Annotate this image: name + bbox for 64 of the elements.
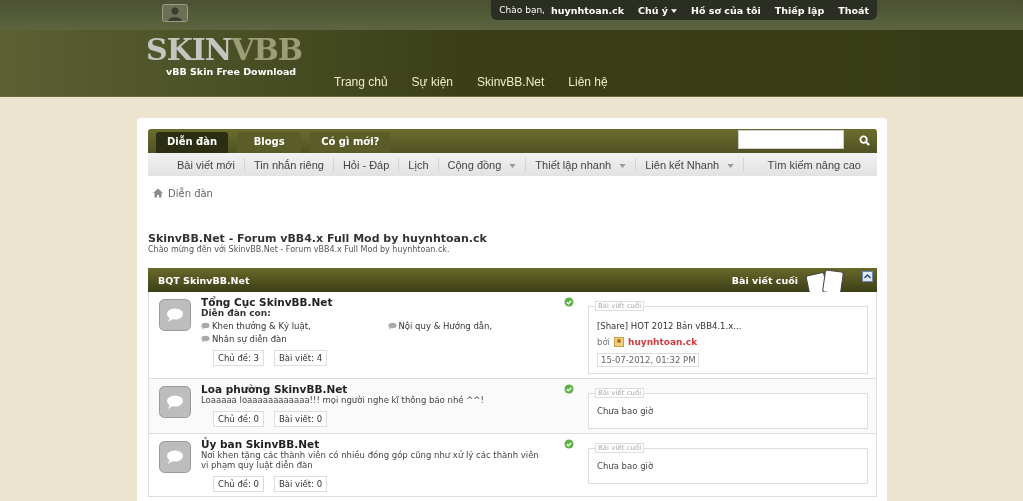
no-post-text: Chưa bao giờ [597, 461, 655, 471]
post-count: Bài viết: 4 [274, 350, 328, 366]
sub-nav-link[interactable]: Bài viết mới [168, 157, 245, 172]
speech-bubble-icon [159, 441, 191, 473]
category-title[interactable]: BQT SkinvBB.Net [158, 274, 250, 286]
forum-description: Loaaaaa loaaaaaaaaaaaa!!! mọi người nghe kĩ thông báo nhé ^^! [201, 395, 485, 405]
forum-title[interactable]: Tổng Cục SkinvBB.Net [201, 296, 333, 308]
sub-nav-link[interactable]: Tin nhắn riêng [244, 157, 334, 172]
thread-count: Chủ đề: 0 [213, 476, 264, 492]
nav-tab[interactable]: Có gì mới? [310, 132, 391, 153]
last-post-link[interactable]: [Share] HOT 2012 Bản vBB4.1.x... [597, 321, 859, 331]
user-menu-link[interactable]: Thiếp lập [774, 4, 825, 16]
nav-tab[interactable]: Blogs [237, 132, 302, 153]
collapse-icon[interactable] [862, 271, 873, 282]
user-menu-link[interactable]: Chú ý [638, 4, 677, 16]
main-nav-link[interactable]: SkinvBB.Net [477, 75, 545, 89]
thread-count: Chủ đề: 0 [213, 411, 264, 427]
breadcrumb-link[interactable]: Diễn đàn [168, 187, 213, 199]
no-post-text: Chưa bao giờ [597, 406, 655, 416]
author-link[interactable]: huynhtoan.ck [627, 337, 698, 347]
bubble-icon [201, 322, 210, 330]
user-menu-link[interactable]: Hồ sơ của tôi [691, 4, 761, 16]
main-nav-link[interactable]: Sự kiện [411, 75, 453, 89]
forum-description: Nơi khen tặng các thành viên có nhiều đóng góp cũng như xử lý các thành viên vi phạm quy luật diễn đàn [201, 450, 540, 470]
speech-bubble-icon [159, 299, 191, 331]
user-menu-link[interactable]: Thoát [838, 4, 869, 16]
post-date: 15-07-2012, 01:32 PM [597, 353, 700, 367]
main-nav-link[interactable]: Liên hệ [568, 75, 608, 89]
subforum-link[interactable]: Nội quy & Hướng dẫn, [398, 321, 493, 331]
sub-nav-link[interactable]: Thiết lập nhanh [526, 157, 637, 172]
username-link[interactable]: huynhtoan.ck [550, 4, 624, 16]
home-icon[interactable] [153, 188, 163, 198]
post-count: Bài viết: 0 [274, 476, 328, 492]
avatar-icon[interactable] [162, 4, 188, 22]
by-text: bởi [597, 337, 610, 347]
sub-nav-link[interactable]: Lịch [399, 157, 439, 172]
subforum-link[interactable]: Nhân sự diễn đàn [212, 334, 287, 344]
speech-bubble-icon [159, 386, 191, 418]
thread-count: Chủ đề: 3 [213, 350, 264, 366]
page-title: SkinvBB.Net - Forum vBB4.x Full Mod by huynhtoan.ck [148, 232, 488, 245]
check-icon [564, 297, 574, 307]
advanced-search-link[interactable]: Tìm kiếm nâng cao [767, 158, 861, 171]
page-subtitle: Chào mừng đến với SkinvBB.Net - Forum vBB4.x Full Mod by huynhtoan.ck. [148, 245, 450, 254]
column-heading: Bài viết cuối [731, 274, 798, 286]
search-field[interactable] [738, 130, 844, 149]
search-icon[interactable] [859, 135, 870, 146]
main-nav-link[interactable]: Trang chủ [334, 75, 388, 89]
check-icon [564, 384, 574, 394]
subforums-label: Diễn đàn con: [201, 308, 272, 318]
forum-title[interactable]: Loa phường SkinvBB.Net [201, 383, 348, 395]
sub-nav-link[interactable]: Cộng đồng [438, 157, 527, 172]
bubble-icon [387, 322, 397, 330]
nav-tab[interactable]: Diễn đàn [156, 132, 229, 153]
forum-title[interactable]: Ủy ban SkinvBB.Net [201, 438, 320, 450]
sub-nav-link[interactable]: Hỏi - Đáp [333, 157, 400, 172]
logo-title: SKINVBB [146, 34, 304, 66]
bubble-icon [201, 335, 210, 343]
post-count: Bài viết: 0 [274, 411, 328, 427]
subforum-link[interactable]: Khen thưởng & Kỷ luật, [212, 321, 311, 331]
greeting-text: Chào bạn, [499, 5, 545, 15]
logo-tagline: vBB Skin Free Download [166, 66, 298, 77]
user-icon [613, 337, 624, 347]
sub-nav-link[interactable]: Liên kết Nhanh [636, 157, 745, 172]
check-icon [564, 439, 574, 449]
